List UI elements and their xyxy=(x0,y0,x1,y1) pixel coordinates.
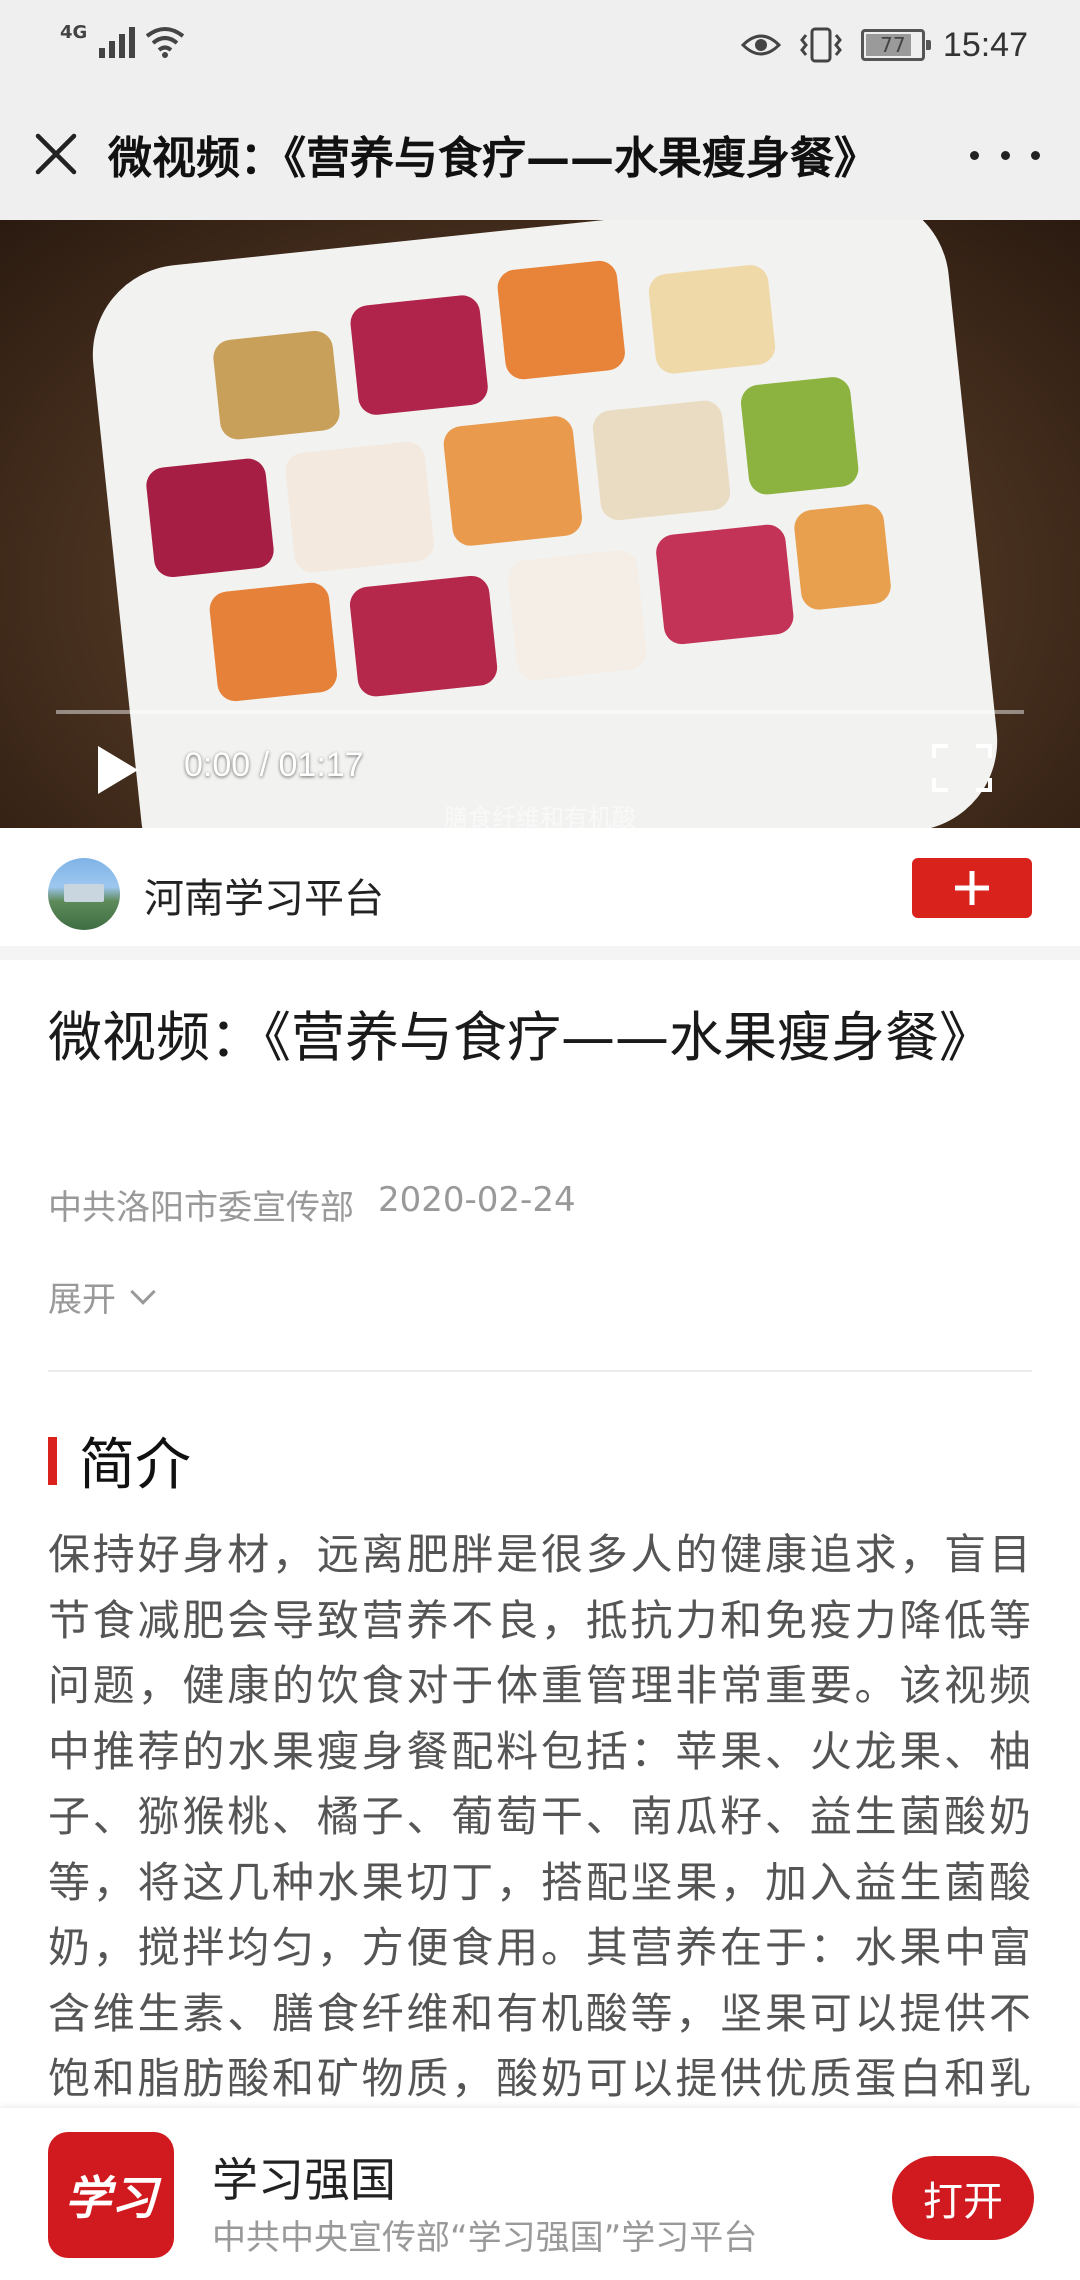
fullscreen-icon[interactable] xyxy=(930,742,994,794)
article-meta: 中共洛阳市委宣传部 2020-02-24 xyxy=(48,1180,576,1229)
fruit-decor xyxy=(654,522,796,646)
status-left: 4G xyxy=(60,22,185,58)
close-icon[interactable] xyxy=(28,126,84,182)
fruit-decor xyxy=(647,263,777,376)
follow-button[interactable] xyxy=(912,858,1032,918)
app-banner: 学习 学习强国 中共中央宣传部“学习强国”学习平台 打开 xyxy=(0,2108,1080,2280)
channel-avatar[interactable] xyxy=(48,858,120,930)
video-player[interactable]: 0:00 / 01:17 膳食纤维和有机酸 xyxy=(0,220,1080,828)
fruit-decor xyxy=(739,375,861,497)
video-thumbnail xyxy=(83,220,1007,828)
fruit-decor xyxy=(348,574,499,699)
expand-button[interactable]: 展开 xyxy=(48,1272,156,1321)
title-bar: 微视频：《营养与食疗——水果瘦身餐》 xyxy=(0,90,1080,220)
fruit-decor xyxy=(591,398,732,522)
battery-icon: 77 xyxy=(860,29,931,61)
article-body: 保持好身材，远离肥胖是很多人的健康追求，盲目节食减肥会导致营养不良，抵抗力和免疫… xyxy=(48,1530,1032,2169)
fruit-decor xyxy=(441,414,584,548)
play-icon[interactable] xyxy=(92,742,142,798)
fruit-decor xyxy=(495,259,627,382)
network-type: 4G xyxy=(60,22,88,43)
fruit-decor xyxy=(211,329,342,442)
fruit-decor xyxy=(348,293,490,417)
app-logo-text: 学习 xyxy=(65,2171,157,2225)
channel-row: 河南学习平台 xyxy=(0,828,1080,960)
page-title: 微视频：《营养与食疗——水果瘦身餐》 xyxy=(108,133,878,184)
section-accent-bar xyxy=(48,1436,57,1485)
app-name: 学习强国 xyxy=(212,2153,396,2207)
chevron-down-icon xyxy=(130,1278,156,1305)
battery-level: 77 xyxy=(880,33,906,57)
open-app-button[interactable]: 打开 xyxy=(892,2156,1034,2240)
vibrate-icon xyxy=(799,27,842,63)
eye-icon xyxy=(740,34,781,56)
divider xyxy=(48,1370,1032,1372)
more-dot xyxy=(1031,150,1040,160)
article-title: 微视频：《营养与食疗——水果瘦身餐》 xyxy=(48,1006,993,1069)
video-progress-bar[interactable] xyxy=(56,710,1024,714)
fruit-decor xyxy=(792,502,893,612)
video-time: 0:00 / 01:17 xyxy=(184,746,364,784)
video-subtitle: 膳食纤维和有机酸 xyxy=(444,804,636,828)
fruit-decor xyxy=(144,456,276,579)
section-header: 简介 xyxy=(48,1420,191,1501)
fruit-decor xyxy=(283,440,436,575)
more-icon[interactable] xyxy=(970,130,1040,180)
fruit-decor xyxy=(506,548,649,682)
fruit-decor xyxy=(207,580,339,703)
app-logo[interactable]: 学习 xyxy=(48,2132,174,2258)
expand-label: 展开 xyxy=(48,1280,116,1320)
section-title: 简介 xyxy=(79,1433,191,1498)
more-dot xyxy=(970,150,979,160)
article-source: 中共洛阳市委宣传部 xyxy=(48,1188,354,1228)
signal-icon xyxy=(99,22,136,58)
status-right: 77 15:47 xyxy=(740,22,1028,68)
article-date: 2020-02-24 xyxy=(378,1180,576,1220)
channel-name[interactable]: 河南学习平台 xyxy=(144,866,384,924)
clock: 15:47 xyxy=(942,25,1028,64)
app-description: 中共中央宣传部“学习强国”学习平台 xyxy=(212,2218,758,2258)
more-dot xyxy=(1000,150,1010,160)
wifi-icon xyxy=(146,27,185,58)
status-bar: 4G 77 15:47 xyxy=(0,0,1080,90)
